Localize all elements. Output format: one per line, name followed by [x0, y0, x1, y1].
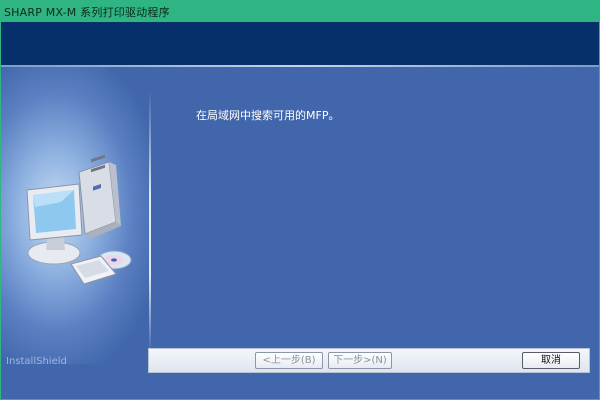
- header-band: [1, 22, 599, 65]
- title-bar[interactable]: SHARP MX-M 系列打印驱动程序: [0, 0, 600, 22]
- window-title: SHARP MX-M 系列打印驱动程序: [4, 6, 170, 19]
- button-strip: <上一步(B) 下一步>(N) 取消: [148, 348, 590, 373]
- status-message: 在局域网中搜索可用的MFP。: [196, 109, 340, 122]
- next-button[interactable]: 下一步>(N): [328, 352, 392, 369]
- installshield-brand: InstallShield: [6, 356, 67, 367]
- vertical-divider: [149, 90, 151, 354]
- back-button[interactable]: <上一步(B): [255, 352, 323, 369]
- cancel-button[interactable]: 取消: [522, 352, 580, 369]
- wizard-content: 在局域网中搜索可用的MFP。: [1, 22, 599, 399]
- installer-window: SHARP MX-M 系列打印驱动程序 在局域网中搜索可用的MFP。 Insta…: [0, 0, 600, 400]
- computer-with-cd-icon: [26, 154, 132, 285]
